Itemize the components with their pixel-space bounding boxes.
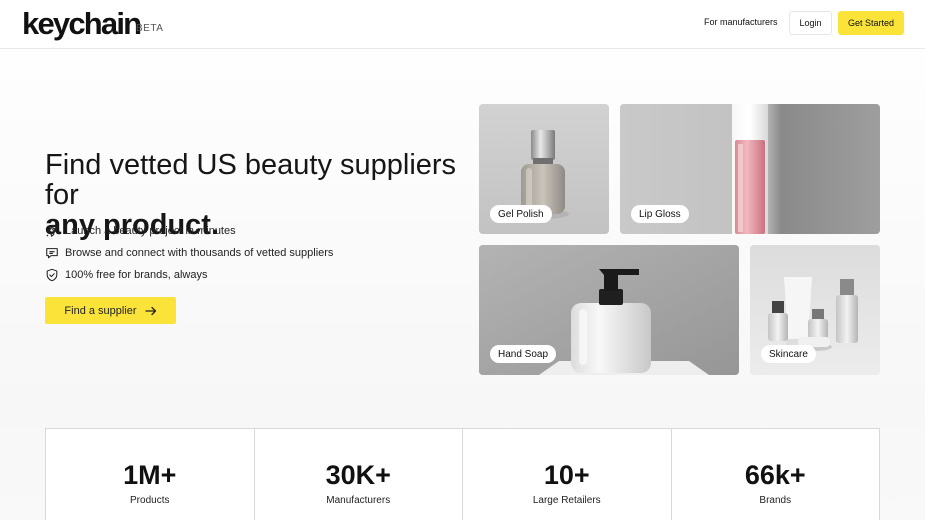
headline-regular: Find vetted US beauty suppliers for bbox=[45, 149, 457, 211]
find-supplier-label: Find a supplier bbox=[64, 304, 137, 317]
stat-label: Products bbox=[130, 495, 170, 506]
category-tile-skincare[interactable]: Skincare bbox=[750, 245, 880, 375]
stat-card: 30K+ Manufacturers bbox=[255, 429, 463, 520]
feature-item: Browse and connect with thousands of vet… bbox=[45, 246, 333, 260]
stat-value: 30K+ bbox=[325, 460, 391, 490]
feature-text: Browse and connect with thousands of vet… bbox=[65, 247, 334, 259]
feature-item: Launch a beauty project in minutes bbox=[45, 224, 236, 238]
category-label: Lip Gloss bbox=[631, 205, 689, 223]
stats-row: 1M+ Products 30K+ Manufacturers 10+ Larg… bbox=[45, 428, 880, 520]
feature-text: Launch a beauty project in minutes bbox=[65, 225, 236, 237]
feature-text: 100% free for brands, always bbox=[65, 269, 208, 281]
login-button[interactable]: Login bbox=[789, 11, 832, 35]
rocket-icon bbox=[46, 225, 58, 237]
stat-card: 1M+ Products bbox=[46, 429, 255, 520]
site-header: keychain BETA For manufacturers Login Ge… bbox=[0, 0, 925, 49]
shield-check-icon bbox=[46, 268, 58, 282]
stat-label: Large Retailers bbox=[532, 495, 601, 506]
landing-page: keychain BETA For manufacturers Login Ge… bbox=[0, 0, 925, 520]
chat-bubble-icon bbox=[46, 248, 58, 259]
stat-card: 66k+ Brands bbox=[672, 429, 880, 520]
category-tile-lip-gloss[interactable]: Lip Gloss bbox=[620, 104, 880, 234]
category-label: Hand Soap bbox=[490, 345, 557, 363]
beta-badge: BETA bbox=[136, 23, 164, 34]
category-label: Gel Polish bbox=[490, 205, 552, 223]
stat-label: Brands bbox=[759, 495, 792, 506]
find-supplier-button[interactable]: Find a supplier bbox=[45, 297, 176, 324]
stat-value: 1M+ bbox=[123, 460, 177, 490]
get-started-button[interactable]: Get Started bbox=[838, 11, 904, 35]
category-label: Skincare bbox=[761, 345, 816, 363]
stat-value: 10+ bbox=[543, 460, 590, 490]
stat-value: 66k+ bbox=[744, 460, 806, 490]
feature-item: 100% free for brands, always bbox=[45, 268, 207, 282]
stat-card: 10+ Large Retailers bbox=[463, 429, 672, 520]
for-manufacturers-link[interactable]: For manufacturers bbox=[704, 17, 778, 27]
arrow-right-icon bbox=[144, 306, 157, 316]
category-tile-hand-soap[interactable]: Hand Soap bbox=[479, 245, 739, 375]
category-tile-gel-polish[interactable]: Gel Polish bbox=[479, 104, 609, 234]
stat-label: Manufacturers bbox=[326, 495, 391, 506]
logo[interactable]: keychain bbox=[22, 7, 142, 41]
